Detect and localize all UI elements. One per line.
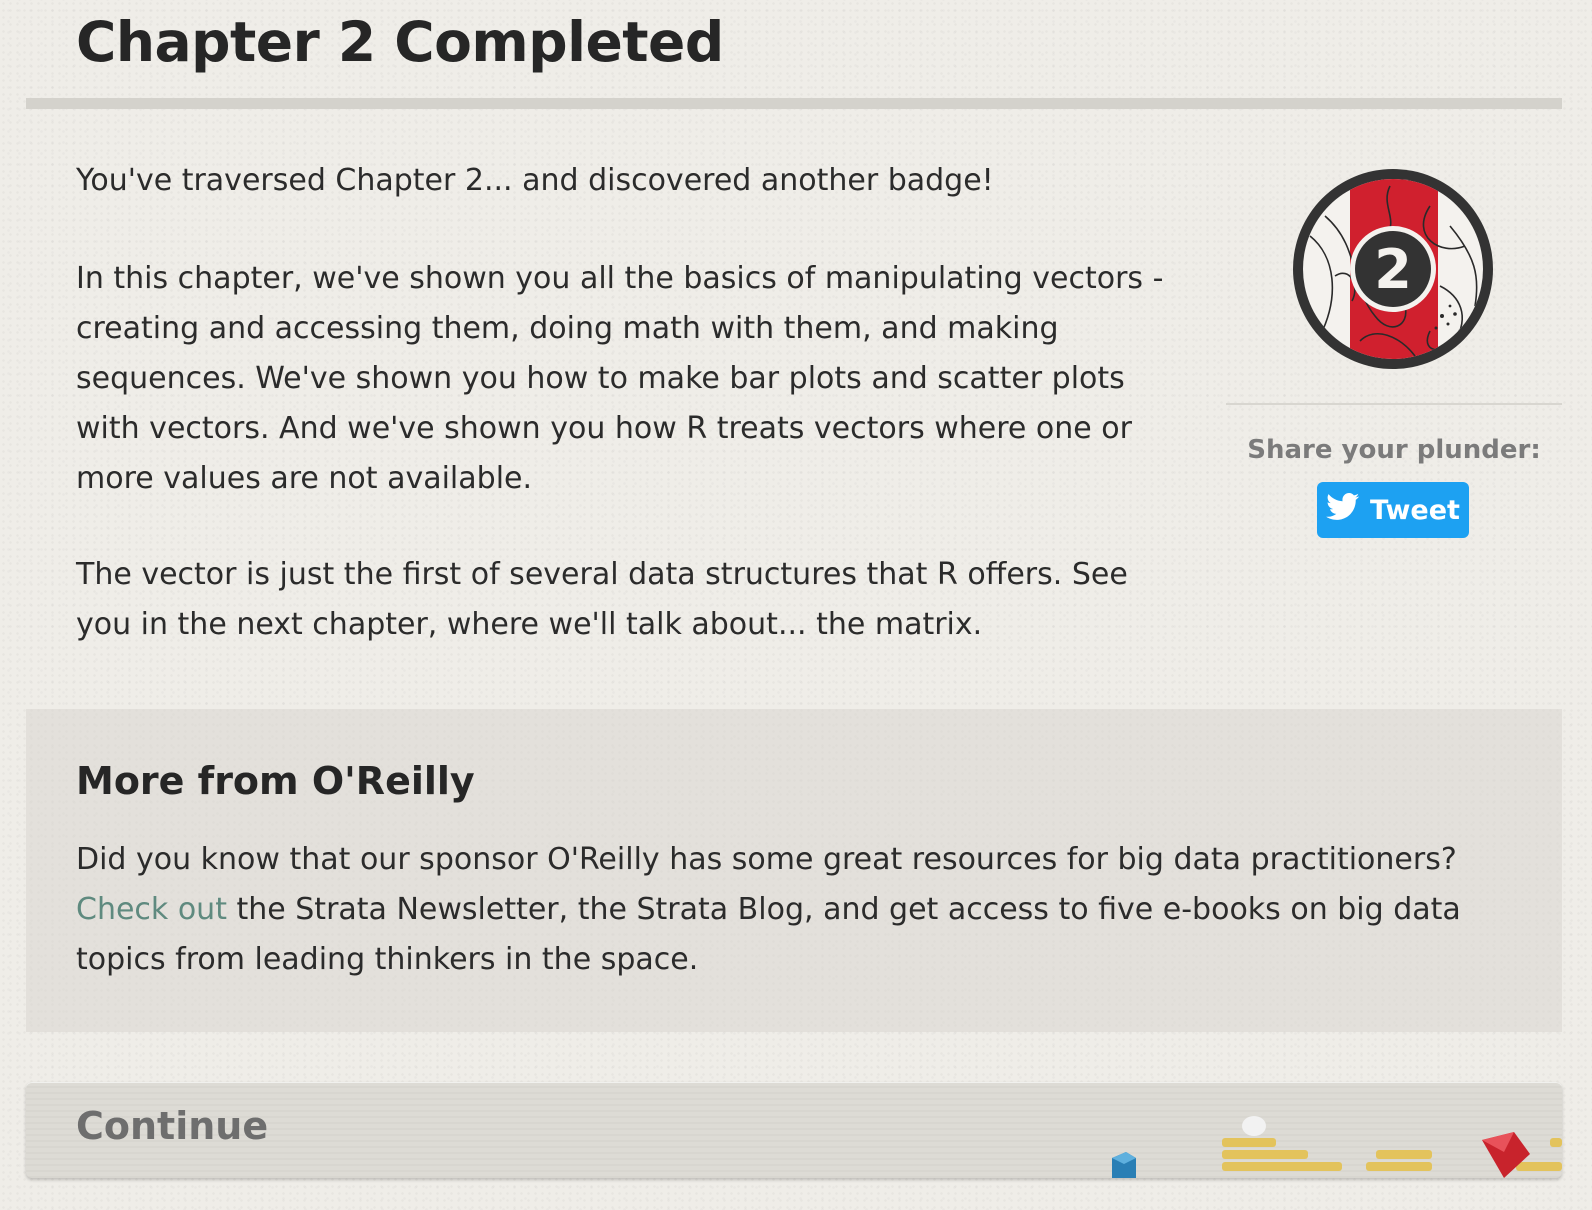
title-divider: [26, 98, 1562, 109]
intro-summary: In this chapter, we've shown you all the…: [76, 261, 1164, 496]
oreilly-text: Did you know that our sponsor O'Reilly h…: [76, 835, 1536, 985]
intro-next: The vector is just the first of several …: [76, 557, 1128, 642]
twitter-bird-icon: [1326, 492, 1360, 528]
oreilly-text-after: the Strata Newsletter, the Strata Blog, …: [76, 892, 1461, 977]
oreilly-text-before: Did you know that our sponsor O'Reilly h…: [76, 842, 1457, 877]
badge-divider: [1226, 403, 1562, 405]
badge-number: 2: [1374, 238, 1412, 301]
oreilly-heading: More from O'Reilly: [76, 759, 475, 803]
chapter-badge-icon: 2: [1290, 166, 1496, 372]
treasure-gems-icon: [1112, 1116, 1562, 1178]
continue-button[interactable]: Continue: [26, 1082, 1562, 1178]
oreilly-panel: More from O'Reilly Did you know that our…: [26, 709, 1562, 1032]
intro-lead: You've traversed Chapter 2... and discov…: [76, 163, 994, 198]
share-label: Share your plunder:: [1247, 435, 1541, 465]
tweet-button[interactable]: Tweet: [1317, 482, 1469, 538]
tweet-label: Tweet: [1370, 494, 1460, 526]
page-title: Chapter 2 Completed: [76, 10, 724, 74]
check-out-link[interactable]: Check out: [76, 892, 227, 927]
